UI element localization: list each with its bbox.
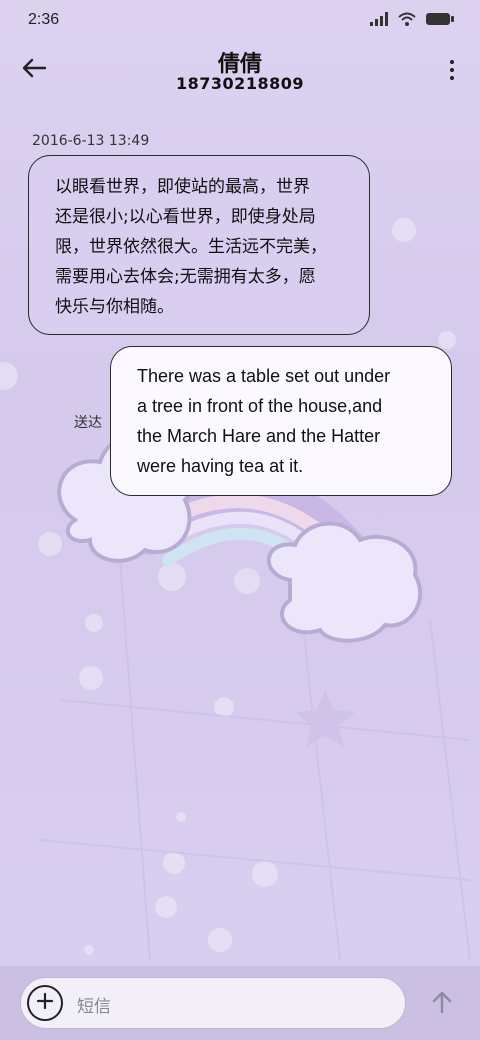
outgoing-message-bubble[interactable]: There was a table set out under a tree i…	[110, 346, 452, 496]
message-line: were having tea at it.	[137, 456, 304, 476]
status-time: 2:36	[28, 11, 60, 28]
status-icons	[370, 11, 454, 30]
message-line: 快乐与你相随。	[55, 297, 174, 317]
plus-icon	[36, 992, 54, 1014]
battery-icon	[426, 11, 454, 30]
message-input[interactable]: 短信	[20, 977, 406, 1029]
more-vertical-icon	[450, 60, 454, 64]
signal-icon	[370, 11, 388, 30]
more-options-button[interactable]	[444, 54, 460, 86]
contact-phone: 18730218809	[176, 74, 304, 93]
message-line: 还是很小;以心看世界，即使身处局	[55, 207, 316, 227]
message-line: a tree in front of the house,and	[137, 396, 383, 416]
message-line: the March Hare and the Hatter	[137, 426, 381, 446]
arrow-up-icon	[432, 990, 452, 1018]
conversation-header: 倩倩 18730218809	[0, 40, 480, 104]
delivery-status: 送达	[74, 415, 102, 431]
composer-bar: 短信	[0, 966, 480, 1040]
incoming-message-bubble[interactable]: 以眼看世界，即使站的最高，世界 还是很小;以心看世界，即使身处局 限，世界依然很…	[28, 155, 370, 335]
message-line: 需要用心去体会;无需拥有太多，愿	[55, 267, 316, 287]
message-line: 以眼看世界，即使站的最高，世界	[55, 177, 310, 197]
add-attachment-button[interactable]	[27, 985, 63, 1021]
status-bar: 2:36	[0, 0, 480, 40]
message-line: 限，世界依然很大。生活远不完美，	[55, 237, 327, 257]
message-line: There was a table set out under	[137, 366, 391, 386]
message-timestamp: 2016-6-13 13:49	[32, 133, 150, 149]
send-button[interactable]	[424, 986, 460, 1022]
input-placeholder: 短信	[77, 997, 111, 1017]
wifi-icon	[398, 11, 416, 30]
